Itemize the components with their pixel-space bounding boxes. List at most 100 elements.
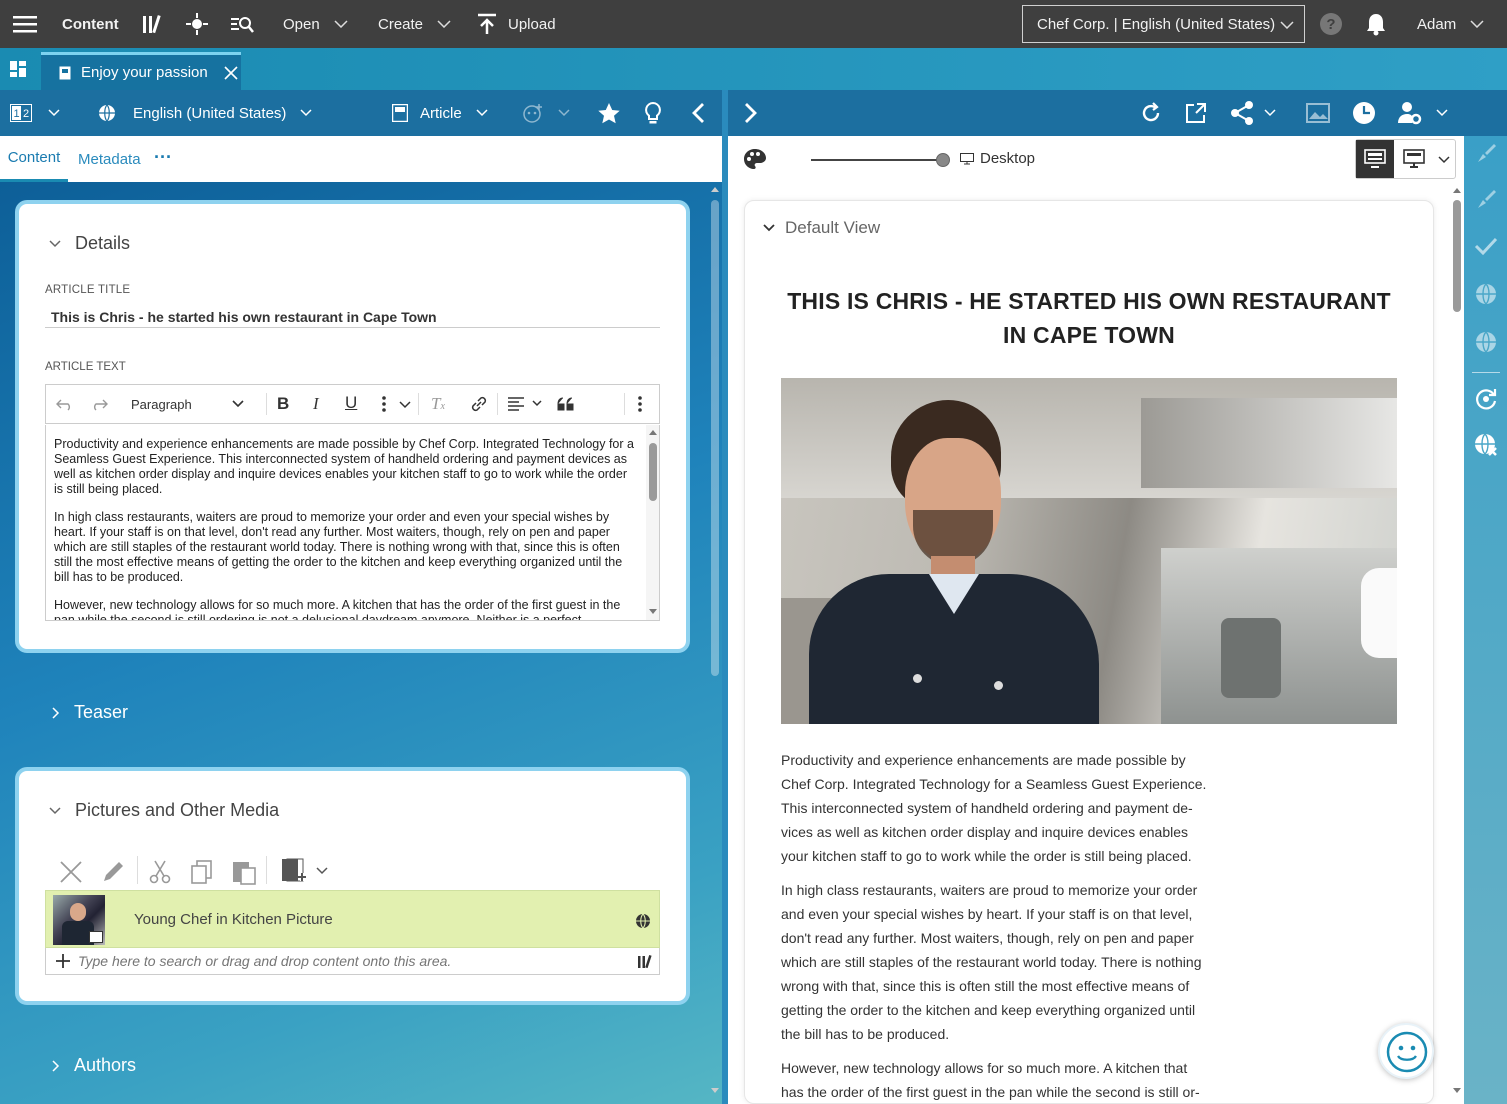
remove-icon[interactable]: [59, 860, 83, 884]
doctype-menu[interactable]: Article: [392, 90, 488, 136]
thumbnail-image: [53, 895, 105, 945]
translation-menu[interactable]: [522, 90, 570, 136]
blockquote-icon[interactable]: [557, 397, 575, 411]
dashboard-icon[interactable]: [10, 61, 26, 77]
tab-more[interactable]: ···: [154, 136, 172, 178]
timeline-button[interactable]: [1352, 90, 1376, 136]
open-menu[interactable]: Open: [283, 0, 348, 48]
paragraph-style-select[interactable]: Paragraph: [131, 385, 244, 423]
feedback-button[interactable]: [1378, 1023, 1434, 1079]
preview-card: Default View THIS IS CHRIS - HE STARTED …: [744, 200, 1434, 1104]
more-vertical-icon[interactable]: [638, 396, 642, 412]
underline-icon[interactable]: U: [345, 393, 357, 413]
suggestions-button[interactable]: [644, 90, 662, 136]
view-mode-switch[interactable]: [1355, 139, 1456, 179]
article-headline: THIS IS CHRIS - HE STARTED HIS OWN RESTA…: [787, 288, 1391, 348]
chevron-down-icon: [1438, 156, 1450, 164]
article-paragraph: Productivity and experience enhancements…: [781, 752, 1207, 864]
bell-icon[interactable]: [1365, 0, 1387, 48]
device-slider-handle[interactable]: [936, 153, 950, 167]
form-tabs: Content Metadata ···: [0, 136, 722, 182]
search-icon[interactable]: [229, 0, 255, 48]
redo-icon[interactable]: [90, 397, 108, 411]
preview-scrollbar[interactable]: [1450, 182, 1464, 1104]
tab-label: Enjoy your passion: [81, 64, 208, 81]
chevron-down-icon: [1280, 21, 1294, 29]
tab-metadata[interactable]: Metadata: [78, 136, 141, 182]
hamburger-icon[interactable]: [13, 0, 37, 48]
authors-header[interactable]: Authors: [52, 1055, 136, 1076]
copy-icon[interactable]: [191, 860, 213, 884]
device-slider[interactable]: [811, 153, 950, 167]
add-content-icon[interactable]: [281, 858, 329, 886]
library-icon[interactable]: [140, 0, 164, 48]
locale-menu[interactable]: English (United States): [98, 90, 312, 136]
globe-check-icon[interactable]: [1474, 330, 1498, 354]
media-header[interactable]: Pictures and Other Media: [49, 800, 279, 821]
library-icon[interactable]: [636, 953, 652, 969]
default-view-header[interactable]: Default View: [763, 218, 880, 238]
workflow-icon[interactable]: [185, 0, 209, 48]
persona-menu[interactable]: [1398, 90, 1448, 136]
help-icon[interactable]: ?: [1319, 0, 1343, 48]
media-search-row: [45, 948, 660, 975]
media-search-input[interactable]: [78, 950, 618, 972]
bold-icon[interactable]: B: [277, 394, 289, 414]
user-menu[interactable]: Adam: [1417, 0, 1484, 48]
chevron-down-icon: [558, 109, 570, 117]
chevron-down-icon: [48, 109, 60, 117]
globe-remove-icon[interactable]: [1474, 433, 1498, 457]
check-icon[interactable]: [1474, 234, 1498, 258]
share-menu[interactable]: [1230, 90, 1276, 136]
view-mode-preview[interactable]: [1356, 140, 1394, 178]
create-label: Create: [378, 15, 424, 33]
device-label: Desktop: [980, 150, 1036, 167]
collapse-left-button[interactable]: [691, 90, 705, 136]
tab-content[interactable]: Content: [0, 136, 68, 182]
clear-format-icon[interactable]: Tx: [431, 394, 445, 414]
create-menu[interactable]: Create: [378, 0, 451, 48]
more-formatting-icon[interactable]: [381, 396, 411, 412]
site-selector-label: Chef Corp. | English (United States): [1037, 15, 1276, 33]
article-title-field[interactable]: This is Chris - he started his own resta…: [45, 302, 660, 328]
italic-icon[interactable]: I: [313, 394, 319, 414]
default-view-title: Default View: [785, 218, 881, 237]
editor-paragraph: In high class restaurants, waiters are p…: [54, 510, 623, 584]
richtext-editor[interactable]: Productivity and experience enhancements…: [45, 425, 660, 621]
upload-button[interactable]: Upload: [476, 0, 556, 48]
teaser-header[interactable]: Teaser: [52, 702, 128, 723]
editor-scrollbar[interactable]: [646, 425, 659, 620]
versions-menu[interactable]: 12: [10, 90, 60, 136]
cut-icon[interactable]: [149, 859, 171, 885]
chevron-down-icon: [1470, 20, 1484, 28]
align-icon[interactable]: [508, 397, 544, 411]
sync-icon[interactable]: [1474, 386, 1498, 410]
link-icon[interactable]: [470, 395, 488, 413]
image-map-button[interactable]: [1306, 90, 1330, 136]
app-label[interactable]: Content: [62, 0, 119, 48]
chevron-down-icon: [1264, 109, 1276, 117]
globe-icon[interactable]: [1474, 282, 1498, 306]
media-list-item[interactable]: Young Chef in Kitchen Picture: [45, 890, 660, 948]
close-icon[interactable]: [224, 65, 238, 80]
form-panel: Details ARTICLE TITLE This is Chris - he…: [0, 182, 722, 1104]
right-rail: [1464, 136, 1507, 1104]
tab-enjoy-your-passion[interactable]: Enjoy your passion: [41, 52, 241, 90]
open-external-button[interactable]: [1185, 90, 1207, 136]
brush-edit-icon[interactable]: [1474, 188, 1498, 212]
plus-icon[interactable]: [55, 953, 71, 969]
smiley-icon: [1386, 1031, 1428, 1073]
expand-right-button[interactable]: [744, 90, 758, 136]
details-header[interactable]: Details: [49, 233, 130, 254]
brush-icon[interactable]: [1474, 142, 1498, 166]
chevron-down-icon: [334, 20, 348, 28]
edit-icon[interactable]: [101, 860, 125, 884]
undo-icon[interactable]: [56, 397, 74, 411]
form-scrollbar[interactable]: [708, 182, 722, 1104]
reload-button[interactable]: [1140, 90, 1162, 136]
palette-icon[interactable]: [743, 148, 767, 170]
site-selector[interactable]: Chef Corp. | English (United States): [1022, 5, 1305, 43]
bookmark-button[interactable]: [597, 90, 621, 136]
paste-icon[interactable]: [232, 859, 256, 885]
paragraph-style-label: Paragraph: [131, 396, 192, 412]
